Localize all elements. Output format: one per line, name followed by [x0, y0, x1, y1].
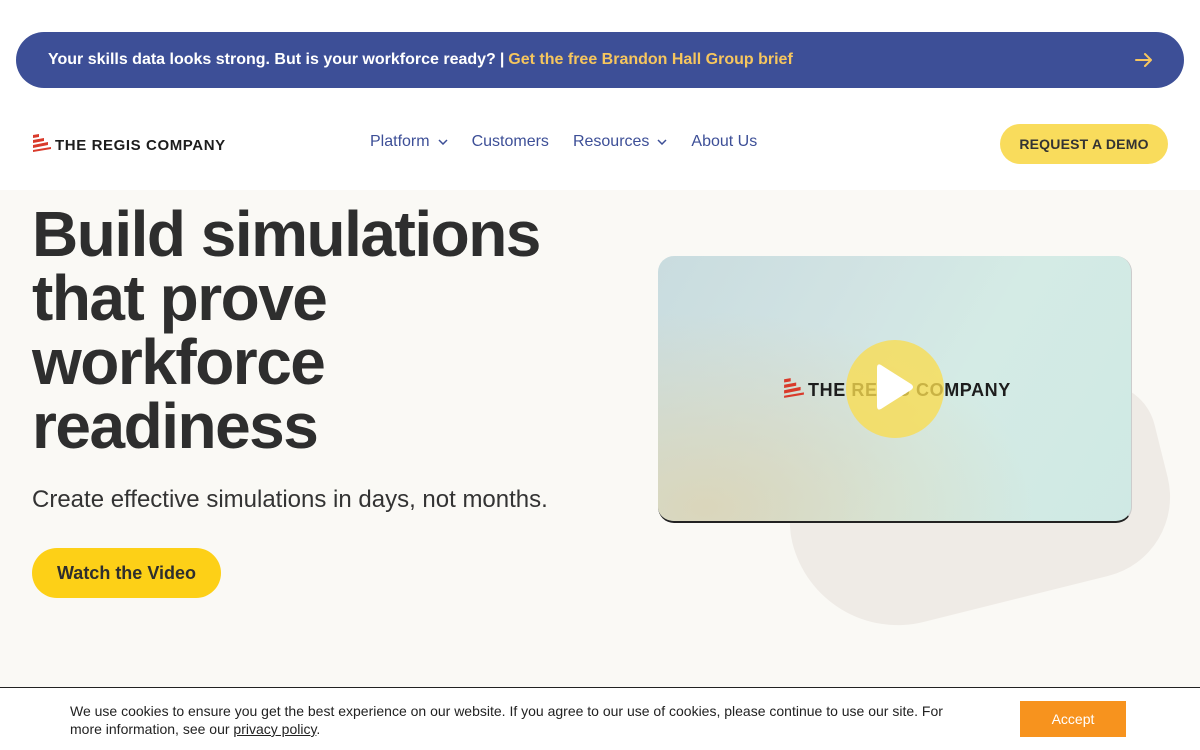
banner-separator: | [499, 51, 505, 68]
main-nav: Platform Customers Resources About Us [370, 133, 781, 151]
request-demo-button[interactable]: REQUEST A DEMO [1000, 124, 1168, 164]
arrow-right-icon[interactable] [1130, 46, 1158, 74]
hero-section: Build simulations that prove workforce r… [0, 190, 1200, 690]
hero-title-line: Build simulations [32, 198, 541, 270]
nav-platform-label: Platform [370, 133, 430, 150]
company-logo[interactable]: THE REGIS COMPANY [33, 133, 226, 158]
cookie-banner: We use cookies to ensure you get the bes… [0, 687, 1200, 750]
logo-text: THE REGIS COMPANY [55, 137, 226, 154]
nav-about-us-label: About Us [691, 133, 758, 150]
nav-customers-label: Customers [471, 133, 549, 150]
stripes-logo-icon [784, 377, 804, 404]
page: Your skills data looks strong. But is yo… [0, 0, 1200, 750]
video-player[interactable]: THE REGIS COMPANY [658, 256, 1132, 523]
hero-title-line: that prove [32, 262, 328, 334]
hero-title-line: workforce [32, 326, 326, 398]
nav-customers[interactable]: Customers [472, 133, 549, 151]
stripes-logo-icon [33, 133, 51, 158]
cookie-message: We use cookies to ensure you get the bes… [70, 703, 943, 737]
site-header: THE REGIS COMPANY Platform Customers Res… [0, 100, 1200, 190]
cookie-text: We use cookies to ensure you get the bes… [70, 702, 970, 738]
play-icon [875, 361, 915, 418]
accept-cookies-button[interactable]: Accept [1020, 701, 1126, 737]
hero-subtitle: Create effective simulations in days, no… [32, 486, 548, 513]
chevron-down-icon [438, 139, 448, 145]
watch-video-button[interactable]: Watch the Video [32, 548, 221, 598]
cookie-trailing: . [316, 721, 321, 737]
banner-lead-text: Your skills data looks strong. But is yo… [48, 51, 496, 68]
privacy-policy-link[interactable]: privacy policy [233, 721, 316, 737]
banner-brief-link[interactable]: Get the free Brandon Hall Group brief [508, 51, 792, 69]
hero-title: Build simulations that prove workforce r… [32, 202, 612, 458]
nav-platform[interactable]: Platform [370, 133, 448, 151]
nav-about-us[interactable]: About Us [691, 133, 757, 151]
nav-resources[interactable]: Resources [573, 133, 667, 151]
hero-title-line: readiness [32, 390, 319, 462]
nav-resources-label: Resources [572, 133, 650, 150]
chevron-down-icon [657, 139, 667, 145]
play-button[interactable] [846, 340, 944, 438]
announcement-banner: Your skills data looks strong. But is yo… [16, 32, 1184, 88]
